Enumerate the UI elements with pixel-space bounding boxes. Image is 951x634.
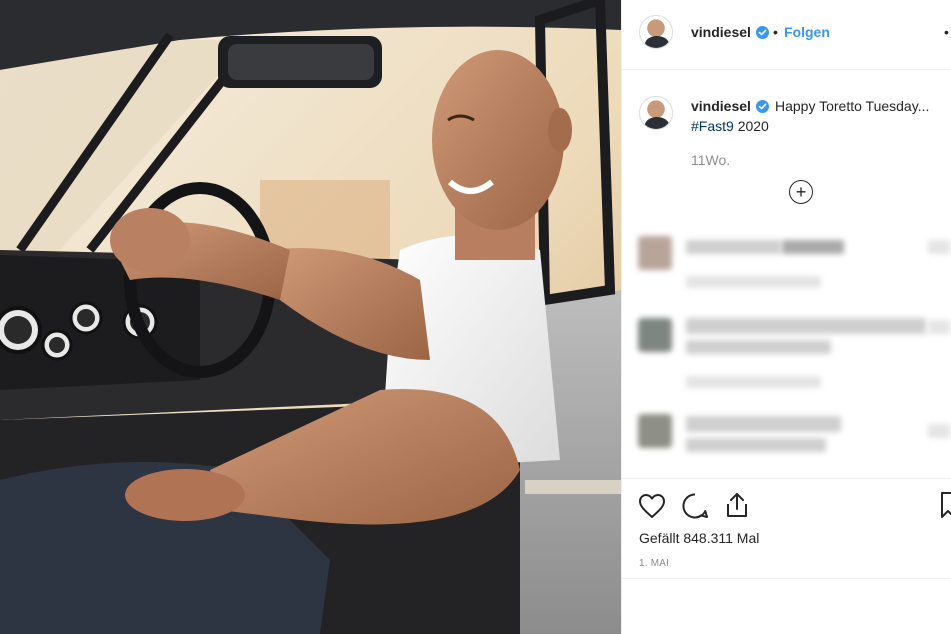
blurred-comment-text [686,318,926,334]
avatar[interactable] [639,15,673,49]
post-age[interactable]: 11Wo. [691,152,730,168]
hashtag-link[interactable]: #Fast9 [691,118,734,134]
blurred-comment-text [686,438,826,452]
blurred-comment-meta [686,276,821,288]
caption-text: Happy Toretto Tuesday... [775,98,930,114]
caption-year: 2020 [737,118,769,134]
comment-icon[interactable] [681,492,709,520]
verified-badge-icon [756,26,769,39]
blurred-comment-meta [686,376,821,388]
blurred-comment-avatar [638,236,672,270]
heart-icon[interactable] [638,493,666,519]
post-photo[interactable] [0,0,621,634]
post-side-panel: vindiesel • Folgen • vindiesel Happy Tor… [621,0,951,634]
blurred-comment-like [928,240,950,254]
post-date[interactable]: 1. MAI [639,558,669,569]
blurred-comment-like [928,320,950,334]
post-actions: Gefällt 848.311 Mal 1. MAI [622,478,951,588]
caption-username[interactable]: vindiesel [691,98,751,114]
blurred-comment-text [686,240,781,254]
share-icon[interactable] [724,491,750,519]
blurred-comment-avatar [638,414,672,448]
plus-circle-icon[interactable]: + [789,180,813,204]
likes-count[interactable]: Gefällt 848.311 Mal [639,530,759,546]
caption-verified-badge-icon [756,100,769,113]
blurred-comment-like [928,424,950,438]
blurred-comment-text [686,340,831,354]
photo-illustration [0,0,621,634]
bookmark-icon[interactable] [940,491,951,519]
follow-button[interactable]: Folgen [784,24,830,40]
post-header: vindiesel • Folgen • [622,0,951,70]
divider [622,578,951,579]
caption-second-line: #Fast9 2020 [691,118,769,134]
separator-dot: • [773,24,778,40]
username-link[interactable]: vindiesel [691,24,751,40]
caption-avatar[interactable] [639,96,673,130]
blurred-comment-text [782,240,844,254]
more-options-button[interactable]: • [944,24,950,40]
blurred-comment-text [686,416,841,432]
blurred-comment-avatar [638,318,672,352]
